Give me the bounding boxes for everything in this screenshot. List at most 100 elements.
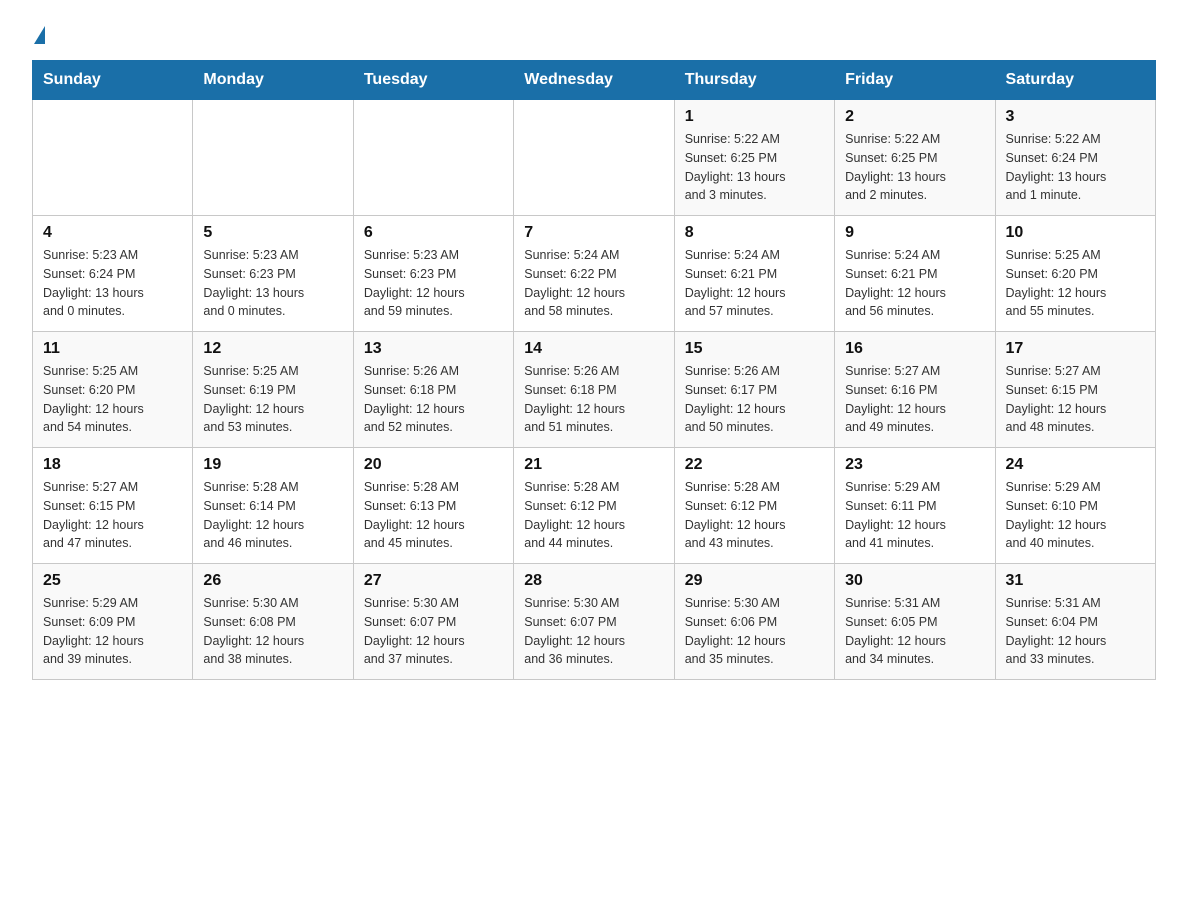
- day-number: 2: [845, 108, 984, 126]
- day-number: 3: [1006, 108, 1145, 126]
- calendar-cell: 21 Sunrise: 5:28 AM Sunset: 6:12 PM Dayli…: [514, 448, 674, 564]
- calendar-cell: 17 Sunrise: 5:27 AM Sunset: 6:15 PM Dayli…: [995, 332, 1155, 448]
- calendar-cell: 1 Sunrise: 5:22 AM Sunset: 6:25 PM Daylig…: [674, 100, 834, 216]
- day-info: Sunrise: 5:30 AM Sunset: 6:07 PM Dayligh…: [524, 594, 663, 669]
- day-number: 26: [203, 572, 342, 590]
- calendar-week-row: 18 Sunrise: 5:27 AM Sunset: 6:15 PM Dayli…: [33, 448, 1156, 564]
- day-number: 9: [845, 224, 984, 242]
- calendar-cell: 23Sunrise: 5:29 AM Sunset: 6:11 PM Dayli…: [835, 448, 995, 564]
- day-number: 24: [1006, 456, 1145, 474]
- weekday-header-saturday: Saturday: [995, 61, 1155, 100]
- weekday-header-sunday: Sunday: [33, 61, 193, 100]
- calendar-cell: 13 Sunrise: 5:26 AM Sunset: 6:18 PM Dayli…: [353, 332, 513, 448]
- weekday-header-monday: Monday: [193, 61, 353, 100]
- calendar-cell: 10 Sunrise: 5:25 AM Sunset: 6:20 PM Dayli…: [995, 216, 1155, 332]
- day-number: 11: [43, 340, 182, 358]
- day-info: Sunrise: 5:29 AM Sunset: 6:11 PM Dayligh…: [845, 478, 984, 553]
- day-number: 5: [203, 224, 342, 242]
- weekday-header-friday: Friday: [835, 61, 995, 100]
- day-number: 29: [685, 572, 824, 590]
- calendar-cell: 5 Sunrise: 5:23 AM Sunset: 6:23 PM Daylig…: [193, 216, 353, 332]
- day-info: Sunrise: 5:24 AM Sunset: 6:21 PM Dayligh…: [685, 246, 824, 321]
- calendar-cell: 25 Sunrise: 5:29 AM Sunset: 6:09 PM Dayli…: [33, 564, 193, 680]
- calendar-cell: 7Sunrise: 5:24 AM Sunset: 6:22 PM Daylig…: [514, 216, 674, 332]
- day-number: 8: [685, 224, 824, 242]
- day-number: 30: [845, 572, 984, 590]
- calendar-cell: 16Sunrise: 5:27 AM Sunset: 6:16 PM Dayli…: [835, 332, 995, 448]
- calendar-cell: 27 Sunrise: 5:30 AM Sunset: 6:07 PM Dayli…: [353, 564, 513, 680]
- weekday-header-wednesday: Wednesday: [514, 61, 674, 100]
- weekday-header-row: SundayMondayTuesdayWednesdayThursdayFrid…: [33, 61, 1156, 100]
- calendar-cell: 4 Sunrise: 5:23 AM Sunset: 6:24 PM Daylig…: [33, 216, 193, 332]
- calendar-cell: [33, 100, 193, 216]
- calendar-cell: 24 Sunrise: 5:29 AM Sunset: 6:10 PM Dayli…: [995, 448, 1155, 564]
- day-number: 15: [685, 340, 824, 358]
- day-number: 19: [203, 456, 342, 474]
- day-number: 17: [1006, 340, 1145, 358]
- day-info: Sunrise: 5:22 AM Sunset: 6:25 PM Dayligh…: [845, 130, 984, 205]
- day-info: Sunrise: 5:26 AM Sunset: 6:18 PM Dayligh…: [524, 362, 663, 437]
- day-info: Sunrise: 5:25 AM Sunset: 6:19 PM Dayligh…: [203, 362, 342, 437]
- day-info: Sunrise: 5:23 AM Sunset: 6:23 PM Dayligh…: [364, 246, 503, 321]
- day-number: 18: [43, 456, 182, 474]
- day-info: Sunrise: 5:30 AM Sunset: 6:08 PM Dayligh…: [203, 594, 342, 669]
- calendar-week-row: 4 Sunrise: 5:23 AM Sunset: 6:24 PM Daylig…: [33, 216, 1156, 332]
- day-number: 22: [685, 456, 824, 474]
- day-info: Sunrise: 5:22 AM Sunset: 6:24 PM Dayligh…: [1006, 130, 1145, 205]
- day-info: Sunrise: 5:31 AM Sunset: 6:05 PM Dayligh…: [845, 594, 984, 669]
- calendar-cell: 18 Sunrise: 5:27 AM Sunset: 6:15 PM Dayli…: [33, 448, 193, 564]
- logo-triangle-icon: [34, 26, 45, 44]
- day-number: 28: [524, 572, 663, 590]
- day-info: Sunrise: 5:27 AM Sunset: 6:15 PM Dayligh…: [1006, 362, 1145, 437]
- day-info: Sunrise: 5:24 AM Sunset: 6:22 PM Dayligh…: [524, 246, 663, 321]
- calendar-cell: 3 Sunrise: 5:22 AM Sunset: 6:24 PM Daylig…: [995, 100, 1155, 216]
- day-info: Sunrise: 5:26 AM Sunset: 6:18 PM Dayligh…: [364, 362, 503, 437]
- day-number: 10: [1006, 224, 1145, 242]
- day-number: 21: [524, 456, 663, 474]
- calendar-cell: 26 Sunrise: 5:30 AM Sunset: 6:08 PM Dayli…: [193, 564, 353, 680]
- day-number: 27: [364, 572, 503, 590]
- day-info: Sunrise: 5:25 AM Sunset: 6:20 PM Dayligh…: [1006, 246, 1145, 321]
- logo: [32, 24, 45, 42]
- day-info: Sunrise: 5:28 AM Sunset: 6:12 PM Dayligh…: [524, 478, 663, 553]
- day-number: 31: [1006, 572, 1145, 590]
- day-number: 20: [364, 456, 503, 474]
- day-number: 14: [524, 340, 663, 358]
- day-info: Sunrise: 5:26 AM Sunset: 6:17 PM Dayligh…: [685, 362, 824, 437]
- calendar-cell: [514, 100, 674, 216]
- day-info: Sunrise: 5:29 AM Sunset: 6:09 PM Dayligh…: [43, 594, 182, 669]
- calendar-cell: 20 Sunrise: 5:28 AM Sunset: 6:13 PM Dayli…: [353, 448, 513, 564]
- calendar-week-row: 11Sunrise: 5:25 AM Sunset: 6:20 PM Dayli…: [33, 332, 1156, 448]
- calendar-table: SundayMondayTuesdayWednesdayThursdayFrid…: [32, 60, 1156, 680]
- calendar-cell: 6 Sunrise: 5:23 AM Sunset: 6:23 PM Daylig…: [353, 216, 513, 332]
- day-info: Sunrise: 5:22 AM Sunset: 6:25 PM Dayligh…: [685, 130, 824, 205]
- day-number: 4: [43, 224, 182, 242]
- calendar-cell: 11Sunrise: 5:25 AM Sunset: 6:20 PM Dayli…: [33, 332, 193, 448]
- day-info: Sunrise: 5:30 AM Sunset: 6:07 PM Dayligh…: [364, 594, 503, 669]
- day-info: Sunrise: 5:30 AM Sunset: 6:06 PM Dayligh…: [685, 594, 824, 669]
- day-info: Sunrise: 5:28 AM Sunset: 6:13 PM Dayligh…: [364, 478, 503, 553]
- calendar-cell: 9 Sunrise: 5:24 AM Sunset: 6:21 PM Daylig…: [835, 216, 995, 332]
- day-info: Sunrise: 5:29 AM Sunset: 6:10 PM Dayligh…: [1006, 478, 1145, 553]
- day-number: 12: [203, 340, 342, 358]
- calendar-cell: 30 Sunrise: 5:31 AM Sunset: 6:05 PM Dayli…: [835, 564, 995, 680]
- day-info: Sunrise: 5:23 AM Sunset: 6:23 PM Dayligh…: [203, 246, 342, 321]
- day-number: 25: [43, 572, 182, 590]
- calendar-week-row: 1 Sunrise: 5:22 AM Sunset: 6:25 PM Daylig…: [33, 100, 1156, 216]
- day-info: Sunrise: 5:28 AM Sunset: 6:14 PM Dayligh…: [203, 478, 342, 553]
- day-number: 6: [364, 224, 503, 242]
- calendar-cell: 14 Sunrise: 5:26 AM Sunset: 6:18 PM Dayli…: [514, 332, 674, 448]
- day-info: Sunrise: 5:27 AM Sunset: 6:15 PM Dayligh…: [43, 478, 182, 553]
- weekday-header-tuesday: Tuesday: [353, 61, 513, 100]
- day-info: Sunrise: 5:27 AM Sunset: 6:16 PM Dayligh…: [845, 362, 984, 437]
- day-info: Sunrise: 5:23 AM Sunset: 6:24 PM Dayligh…: [43, 246, 182, 321]
- calendar-cell: [353, 100, 513, 216]
- calendar-cell: 29 Sunrise: 5:30 AM Sunset: 6:06 PM Dayli…: [674, 564, 834, 680]
- calendar-week-row: 25 Sunrise: 5:29 AM Sunset: 6:09 PM Dayli…: [33, 564, 1156, 680]
- calendar-cell: 28 Sunrise: 5:30 AM Sunset: 6:07 PM Dayli…: [514, 564, 674, 680]
- calendar-cell: 8 Sunrise: 5:24 AM Sunset: 6:21 PM Daylig…: [674, 216, 834, 332]
- day-info: Sunrise: 5:24 AM Sunset: 6:21 PM Dayligh…: [845, 246, 984, 321]
- day-number: 13: [364, 340, 503, 358]
- calendar-cell: 15 Sunrise: 5:26 AM Sunset: 6:17 PM Dayli…: [674, 332, 834, 448]
- day-number: 1: [685, 108, 824, 126]
